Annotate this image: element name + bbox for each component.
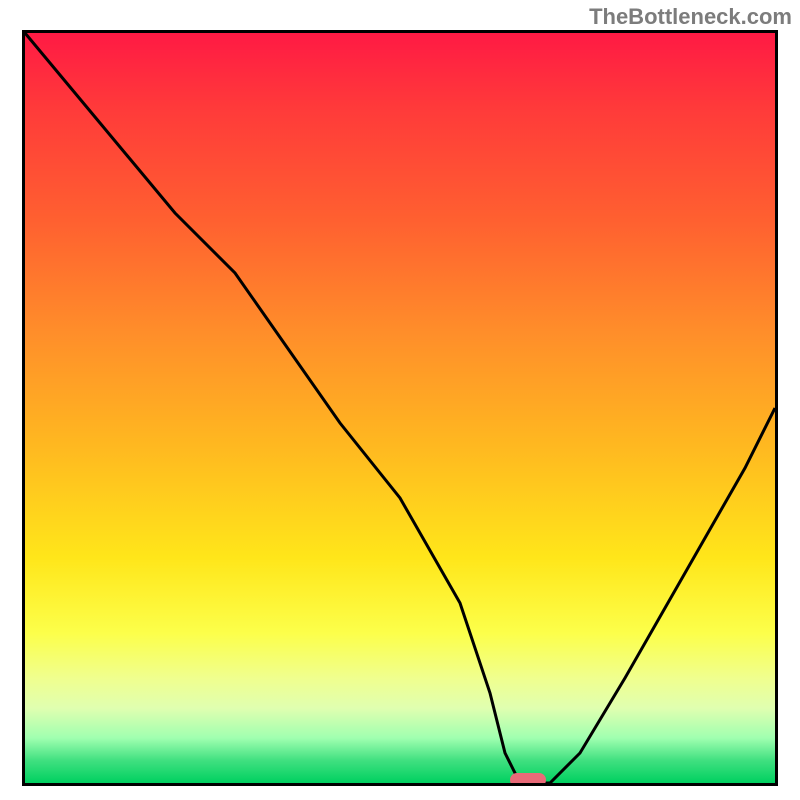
watermark-text: TheBottleneck.com	[589, 4, 792, 30]
curve-path	[25, 33, 775, 783]
optimal-point-marker	[510, 773, 546, 786]
bottleneck-curve	[25, 33, 775, 783]
chart-frame	[22, 30, 778, 786]
